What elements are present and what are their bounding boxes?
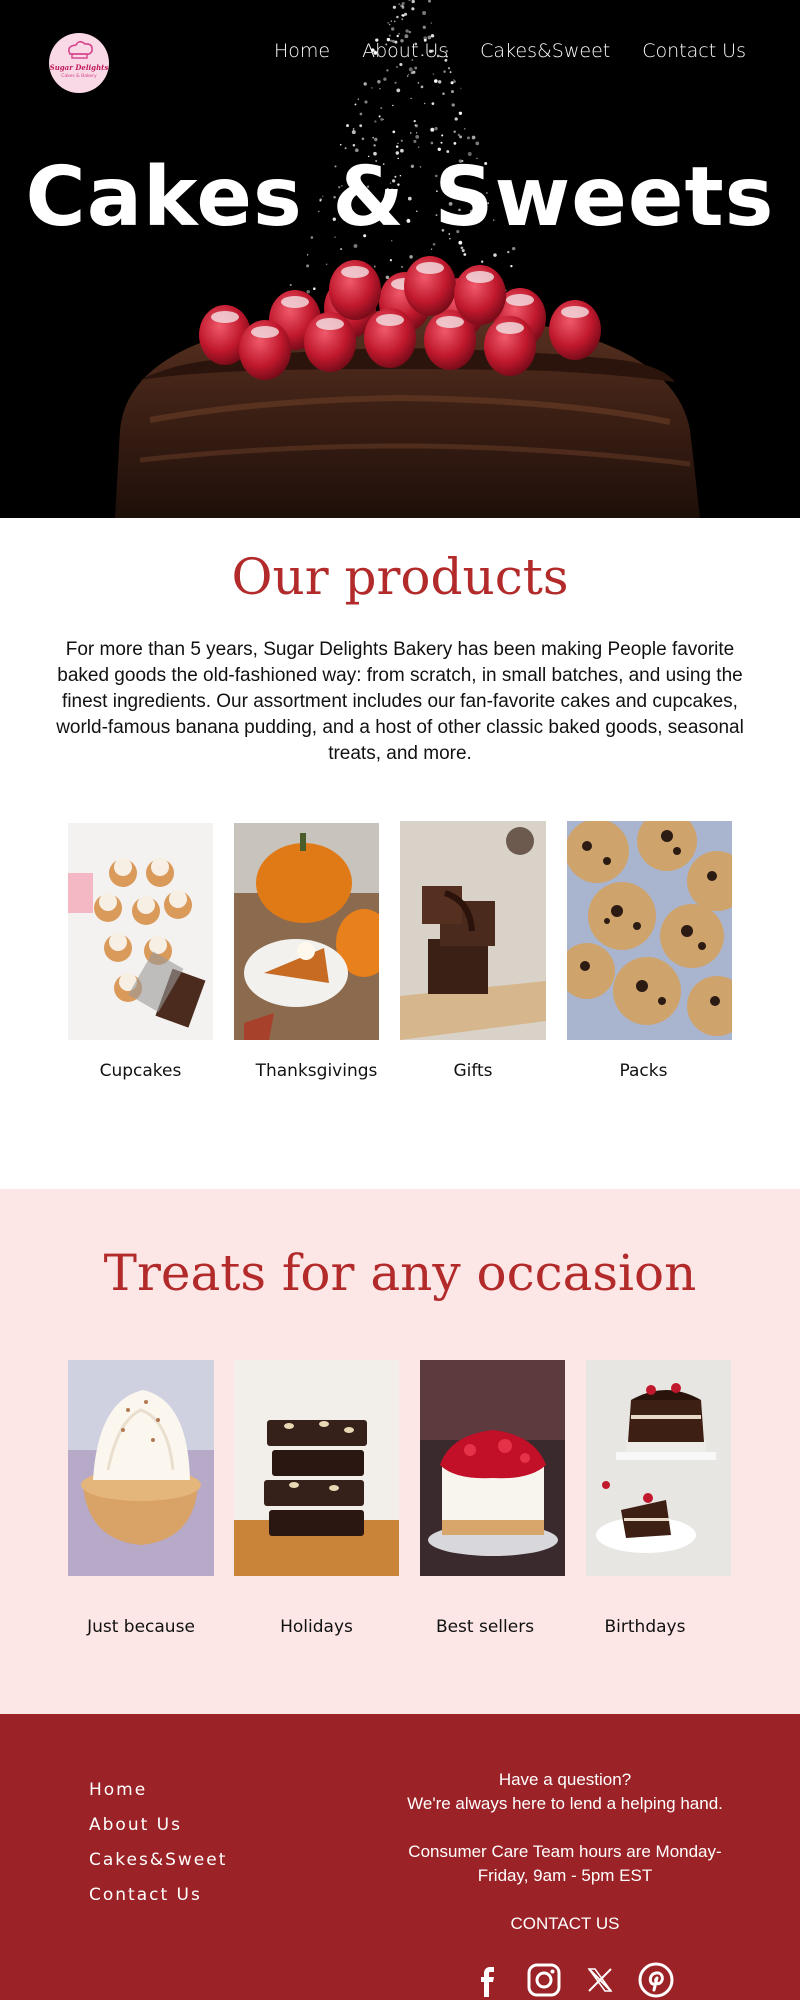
treat-label: Holidays xyxy=(280,1617,353,1637)
footer-question: Have a question? xyxy=(498,1770,632,1789)
footer-nav-home[interactable]: Home xyxy=(89,1780,227,1800)
facebook-icon[interactable] xyxy=(470,1962,506,1998)
logo-subtext: Cakes & Bakery xyxy=(61,73,97,79)
product-label: Cupcakes xyxy=(99,1061,182,1081)
bakery-logo[interactable]: Sugar Delights Cakes & Bakery xyxy=(48,32,110,94)
treat-label: Best sellers xyxy=(435,1617,535,1637)
gifts-image xyxy=(400,821,546,1040)
site-footer: Home About Us Cakes&Sweet Contact Us Hav… xyxy=(0,1714,800,2000)
best-sellers-image xyxy=(420,1360,565,1576)
thanksgivings-image xyxy=(234,823,379,1040)
holidays-image xyxy=(234,1360,399,1576)
packs-image xyxy=(567,821,732,1040)
footer-contact-link[interactable]: CONTACT US xyxy=(400,1912,730,1936)
social-links xyxy=(470,1960,674,2000)
footer-hours: Consumer Care Team hours are Monday-Frid… xyxy=(408,1842,722,1885)
treat-label: Birthdays xyxy=(604,1617,686,1637)
footer-nav: Home About Us Cakes&Sweet Contact Us xyxy=(89,1780,227,1905)
treats-title: Treats for any occasion xyxy=(103,1244,697,1302)
treat-label: Just because xyxy=(87,1617,195,1637)
x-icon[interactable] xyxy=(582,1962,618,1998)
chocolate-raspberry-cake-image xyxy=(115,256,700,518)
products-title: Our products xyxy=(231,548,569,606)
logo-text: Sugar Delights xyxy=(50,63,109,72)
just-because-image xyxy=(68,1360,214,1576)
footer-contact-info: Have a question? We're always here to le… xyxy=(400,1768,730,1936)
birthdays-image xyxy=(586,1360,731,1576)
product-label: Thanksgivings xyxy=(255,1061,378,1081)
footer-nav-about-us[interactable]: About Us xyxy=(89,1815,227,1835)
cupcakes-image xyxy=(68,823,213,1040)
product-label: Packs xyxy=(619,1061,668,1081)
hero-banner: Sugar Delights Cakes & Bakery Home About… xyxy=(0,0,800,518)
nav-cakes-sweet[interactable]: Cakes&Sweet xyxy=(480,40,610,62)
pinterest-icon[interactable] xyxy=(638,1962,674,1998)
footer-nav-contact-us[interactable]: Contact Us xyxy=(89,1885,227,1905)
instagram-icon[interactable] xyxy=(526,1962,562,1998)
footer-nav-cakes-sweet[interactable]: Cakes&Sweet xyxy=(89,1850,227,1870)
product-label: Gifts xyxy=(453,1061,493,1081)
nav-about-us[interactable]: About Us xyxy=(362,40,448,62)
main-nav: Home About Us Cakes&Sweet Contact Us xyxy=(274,40,746,62)
nav-contact-us[interactable]: Contact Us xyxy=(642,40,746,62)
products-description: For more than 5 years, Sugar Delights Ba… xyxy=(56,639,744,764)
nav-home[interactable]: Home xyxy=(274,40,330,62)
hero-title: Cakes & Sweets xyxy=(25,150,775,245)
footer-help-text: We're always here to lend a helping hand… xyxy=(407,1794,723,1813)
